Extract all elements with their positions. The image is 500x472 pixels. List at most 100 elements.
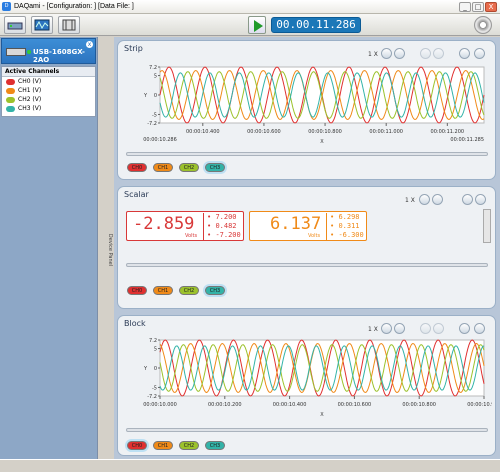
device-panel-collapse-bar[interactable]: Device Panel bbox=[98, 37, 114, 459]
pan-right-icon[interactable] bbox=[433, 323, 444, 334]
ch1-value: 6.137 bbox=[270, 214, 322, 234]
x-tick-label: 00:00:11.200 bbox=[431, 129, 465, 135]
channel-label: CH1 (V) bbox=[18, 87, 42, 94]
zoom-out-icon[interactable] bbox=[394, 323, 405, 334]
title-bar: D DAQami - [Configuration: ] [Data File:… bbox=[0, 0, 500, 14]
ch0-unit: Volts bbox=[185, 233, 198, 239]
zoom-out-icon[interactable] bbox=[394, 48, 405, 59]
x-tick-label: 00:00:10.999 bbox=[467, 402, 492, 408]
x-axis-label: X bbox=[320, 139, 324, 145]
channel-chip-ch3[interactable]: CH3 bbox=[205, 286, 225, 295]
y-tick-label: -5 bbox=[152, 385, 157, 391]
ch0-min: • -7.200 bbox=[207, 231, 241, 239]
channel-item[interactable]: CH3 (V) bbox=[2, 104, 95, 113]
x-start-label: 00:00:10.286 bbox=[143, 137, 177, 143]
block-scrollbar[interactable] bbox=[126, 428, 488, 432]
x-axis-label: X bbox=[320, 412, 324, 418]
channel-item[interactable]: CH1 (V) bbox=[2, 86, 95, 95]
close-button[interactable]: X bbox=[485, 2, 497, 12]
channel-chip-ch3[interactable]: CH3 bbox=[205, 441, 225, 450]
channel-chip-ch1[interactable]: CH1 bbox=[153, 441, 173, 450]
ch1-avg: • 0.311 bbox=[330, 222, 360, 230]
active-channels-header: Active Channels bbox=[2, 67, 95, 77]
strip-title: Strip bbox=[124, 44, 143, 53]
block-chart-panel: Block 1 X 7.2 5 0 -5 -7.2 Y 00:00:10.000 00:00:… bbox=[117, 315, 496, 456]
x-tick-label: 00:00:10.800 bbox=[402, 402, 436, 408]
x-tick-label: 00:00:10.200 bbox=[208, 402, 242, 408]
strip-chart-panel: Strip 1 X 7.2 5 0 -5 -7.2 Y 00:00:10.400 00:00:… bbox=[117, 40, 496, 180]
y-axis-label: Y bbox=[143, 93, 148, 99]
maximize-button[interactable]: □ bbox=[472, 2, 484, 12]
channel-chip-ch0[interactable]: CH0 bbox=[127, 286, 147, 295]
expand-icon[interactable] bbox=[459, 323, 470, 334]
play-button[interactable] bbox=[248, 16, 266, 34]
scalar-ch1-readout: 6.137 Volts • 6.298 • 0.311 • -6.300 bbox=[249, 211, 367, 241]
scalar-scrollbar[interactable] bbox=[126, 263, 488, 267]
pan-left-icon[interactable] bbox=[420, 48, 431, 59]
ch1-unit: Volts bbox=[308, 233, 321, 239]
expand-icon[interactable] bbox=[462, 194, 473, 205]
device-name: USB-1608GX-2AO bbox=[33, 48, 85, 64]
ch1-min: • -6.300 bbox=[330, 231, 364, 239]
channel-chip-ch0[interactable]: CH0 bbox=[127, 441, 147, 450]
expand-icon[interactable] bbox=[459, 48, 470, 59]
y-tick-label: 0 bbox=[154, 366, 157, 372]
display-area: Strip 1 X 7.2 5 0 -5 -7.2 Y 00:00:10.400 00:00:… bbox=[114, 37, 500, 459]
y-tick-label: -7.2 bbox=[147, 121, 157, 127]
add-display-button[interactable] bbox=[31, 16, 53, 34]
zoom-out-icon[interactable] bbox=[432, 194, 443, 205]
channel-label: CH2 (V) bbox=[18, 96, 42, 103]
app-logo-icon: D bbox=[2, 2, 11, 11]
x-tick-label: 00:00:10.800 bbox=[308, 129, 342, 135]
x-tick-label: 00:00:11.000 bbox=[369, 129, 403, 135]
zoom-in-icon[interactable] bbox=[381, 323, 392, 334]
device-card[interactable]: USB-1608GX-2AO x bbox=[1, 38, 96, 64]
strip-zoom-level: 1 X bbox=[368, 51, 378, 58]
channel-chip-ch2[interactable]: CH2 bbox=[179, 441, 199, 450]
y-tick-label: 7.2 bbox=[149, 338, 157, 344]
y-tick-label: 5 bbox=[154, 347, 157, 353]
device-panel: USB-1608GX-2AO x Active Channels CH0 (V)… bbox=[0, 37, 98, 459]
y-axis-label: Y bbox=[143, 366, 148, 372]
toolbar: 00.00.11.286 bbox=[0, 14, 500, 36]
channel-color-swatch bbox=[6, 96, 15, 103]
channel-chip-ch2[interactable]: CH2 bbox=[179, 286, 199, 295]
channel-chip-ch1[interactable]: CH1 bbox=[153, 286, 173, 295]
pan-left-icon[interactable] bbox=[420, 323, 431, 334]
channel-chip-ch1[interactable]: CH1 bbox=[153, 163, 173, 172]
zoom-in-icon[interactable] bbox=[419, 194, 430, 205]
waveform-add-icon bbox=[34, 19, 50, 31]
channel-item[interactable]: CH2 (V) bbox=[2, 95, 95, 104]
y-tick-label: -7.2 bbox=[147, 394, 157, 400]
x-tick-label: 00:00:10.400 bbox=[186, 129, 220, 135]
device-close-icon[interactable]: x bbox=[86, 41, 93, 48]
window-title: DAQami - [Configuration: ] [Data File: ] bbox=[14, 3, 134, 10]
channel-chip-ch2[interactable]: CH2 bbox=[179, 163, 199, 172]
strip-chart: 7.2 5 0 -5 -7.2 Y 00:00:10.400 00:00:10.600 00:0… bbox=[143, 65, 485, 145]
scalar-vertical-scrollbar[interactable] bbox=[483, 209, 491, 243]
channel-item[interactable]: CH0 (V) bbox=[2, 77, 95, 86]
panel-settings-icon[interactable] bbox=[474, 48, 485, 59]
channel-chip-ch0[interactable]: CH0 bbox=[127, 163, 147, 172]
scalar-panel: Scalar 1 X -2.859 Volts • 7.200 • 0.482 … bbox=[117, 186, 496, 309]
device-status-dot bbox=[27, 50, 31, 54]
ch0-max: • 7.200 bbox=[207, 213, 237, 221]
pan-right-icon[interactable] bbox=[433, 48, 444, 59]
settings-gear-icon[interactable] bbox=[474, 16, 492, 34]
zoom-in-icon[interactable] bbox=[381, 48, 392, 59]
x-tick-label: 00:00:10.400 bbox=[273, 402, 307, 408]
strip-scrollbar[interactable] bbox=[126, 152, 488, 156]
status-bar bbox=[0, 459, 500, 472]
ch1-max: • 6.298 bbox=[330, 213, 360, 221]
panel-settings-icon[interactable] bbox=[475, 194, 486, 205]
data-view-button[interactable] bbox=[58, 16, 80, 34]
ch0-avg: • 0.482 bbox=[207, 222, 237, 230]
minimize-button[interactable]: _ bbox=[459, 2, 471, 12]
channel-chip-ch3[interactable]: CH3 bbox=[205, 163, 225, 172]
x-tick-label: 00:00:10.000 bbox=[143, 402, 177, 408]
channel-color-swatch bbox=[6, 78, 15, 85]
device-config-button[interactable] bbox=[4, 16, 26, 34]
block-title: Block bbox=[124, 319, 146, 328]
film-strip-icon bbox=[62, 19, 76, 31]
panel-settings-icon[interactable] bbox=[474, 323, 485, 334]
